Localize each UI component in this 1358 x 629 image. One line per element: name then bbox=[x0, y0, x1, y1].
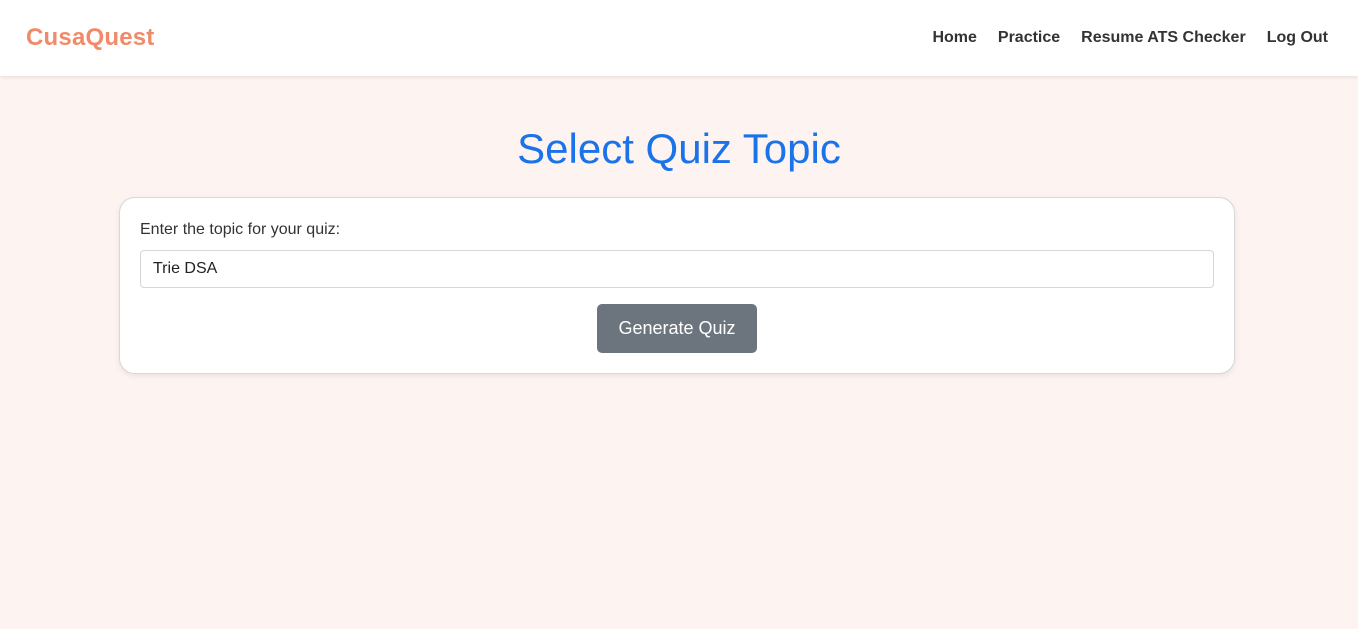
topic-input[interactable] bbox=[140, 250, 1214, 288]
nav-link-home[interactable]: Home bbox=[932, 29, 976, 47]
navbar: CusaQuest Home Practice Resume ATS Check… bbox=[0, 0, 1358, 76]
generate-quiz-button[interactable]: Generate Quiz bbox=[597, 304, 757, 353]
nav-link-practice[interactable]: Practice bbox=[998, 29, 1060, 47]
nav-link-log-out[interactable]: Log Out bbox=[1267, 29, 1328, 47]
brand-logo-link[interactable]: CusaQuest bbox=[26, 24, 155, 52]
nav-link-resume-ats-checker[interactable]: Resume ATS Checker bbox=[1081, 29, 1246, 47]
quiz-topic-card: Enter the topic for your quiz: Generate … bbox=[119, 197, 1235, 374]
nav-links: Home Practice Resume ATS Checker Log Out bbox=[911, 29, 1328, 47]
page-title: Select Quiz Topic bbox=[517, 125, 841, 172]
topic-field-label: Enter the topic for your quiz: bbox=[140, 221, 341, 238]
